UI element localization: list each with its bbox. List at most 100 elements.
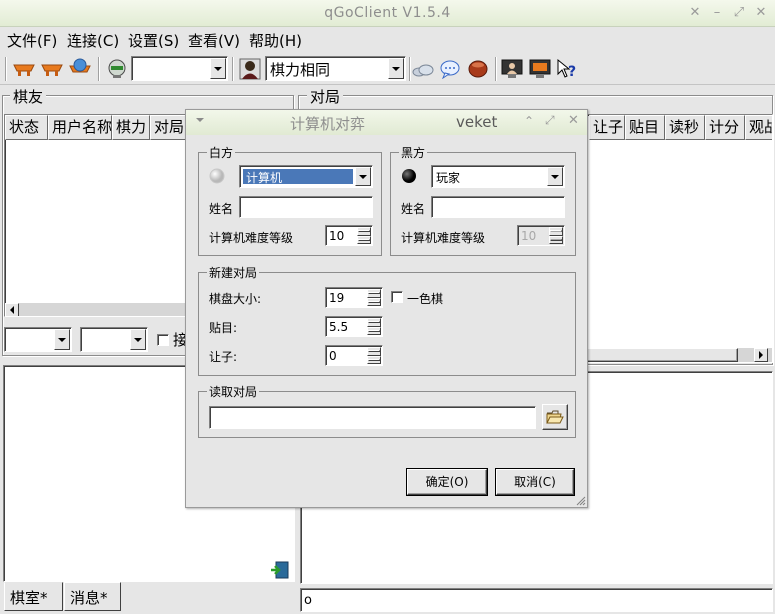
board-size-spinbox[interactable]: 19 bbox=[325, 287, 383, 308]
go-bowl-icon[interactable] bbox=[465, 57, 491, 81]
scroll-right-icon[interactable] bbox=[754, 348, 768, 362]
go-board-orange-icon-2[interactable] bbox=[39, 57, 65, 81]
rating-filter-combo[interactable]: 棋力相同 bbox=[265, 56, 406, 81]
dialog-user: veket bbox=[456, 113, 498, 131]
chevron-down-icon[interactable] bbox=[547, 167, 563, 186]
toolbar-separator bbox=[232, 57, 234, 81]
spin-up-icon[interactable] bbox=[367, 318, 381, 327]
toolbar: 棋力相同 ? bbox=[0, 53, 775, 85]
board-size-value: 19 bbox=[329, 291, 345, 305]
white-player-type-combo[interactable]: 计算机 bbox=[239, 165, 373, 188]
go-board-orange-icon[interactable] bbox=[11, 57, 37, 81]
komi-label: 贴目: bbox=[209, 321, 238, 335]
new-game-group-title: 新建对局 bbox=[207, 264, 260, 281]
observe-monitor-icon[interactable] bbox=[499, 57, 525, 81]
column-handicap[interactable]: 让子 bbox=[589, 115, 625, 140]
one-color-go-checkbox[interactable] bbox=[391, 291, 403, 303]
spin-down-icon[interactable] bbox=[367, 355, 381, 364]
spin-down-icon[interactable] bbox=[357, 235, 371, 244]
menu-settings[interactable]: 设置(S) bbox=[128, 30, 179, 51]
close-window-icon[interactable]: ✕ bbox=[753, 5, 769, 21]
main-title-bar: qGoClient V1.5.4 ✕ – ⤢ ✕ bbox=[0, 0, 775, 27]
menu-view[interactable]: 查看(V) bbox=[188, 30, 240, 51]
minimize-window-icon[interactable]: – bbox=[709, 5, 725, 21]
spin-down-icon[interactable] bbox=[367, 326, 381, 335]
white-player-type-value: 计算机 bbox=[246, 171, 283, 185]
ok-button[interactable]: 确定(O) bbox=[407, 469, 487, 495]
menu-help[interactable]: 帮助(H) bbox=[249, 30, 302, 51]
chevron-down-icon[interactable] bbox=[54, 329, 70, 350]
resize-grip-icon[interactable] bbox=[574, 494, 586, 506]
spin-up-icon bbox=[549, 227, 563, 236]
player-avatar-icon[interactable] bbox=[237, 57, 263, 81]
board-size-label: 棋盘大小: bbox=[209, 292, 262, 306]
black-group-title: 黑方 bbox=[399, 144, 428, 161]
go-board-globe-icon[interactable] bbox=[67, 57, 93, 81]
shade-window-icon[interactable]: ✕ bbox=[687, 5, 703, 21]
open-folder-button[interactable] bbox=[542, 404, 568, 430]
column-status[interactable]: 状态 bbox=[5, 115, 48, 140]
connect-server-icon[interactable] bbox=[104, 57, 130, 81]
column-byoyomi[interactable]: 读秒 bbox=[665, 115, 705, 140]
spin-up-icon[interactable] bbox=[367, 347, 381, 356]
whats-this-help-icon[interactable]: ? bbox=[553, 57, 579, 81]
menu-connect[interactable]: 连接(C) bbox=[67, 30, 119, 51]
window-title: qGoClient V1.5.4 bbox=[324, 5, 451, 21]
chevron-down-icon[interactable] bbox=[210, 58, 226, 79]
load-game-path-input[interactable] bbox=[209, 406, 536, 429]
white-stone-icon bbox=[209, 168, 225, 188]
chevron-down-icon[interactable] bbox=[130, 329, 146, 350]
white-name-label: 姓名 bbox=[209, 202, 234, 216]
players-group-title: 棋友 bbox=[10, 86, 47, 107]
players-filter-combo-2[interactable] bbox=[80, 327, 148, 352]
column-score[interactable]: 计分 bbox=[705, 115, 745, 140]
chat-input-value: o bbox=[304, 593, 312, 608]
spin-down-icon[interactable] bbox=[367, 297, 381, 306]
black-stone-icon bbox=[401, 168, 417, 188]
chat-input[interactable]: o bbox=[300, 588, 773, 612]
players-filter-checkbox[interactable] bbox=[157, 334, 169, 346]
menu-file[interactable]: 文件(F) bbox=[7, 30, 57, 51]
play-monitor-icon[interactable] bbox=[527, 57, 553, 81]
toolbar-grip bbox=[5, 57, 7, 81]
spin-up-icon[interactable] bbox=[357, 227, 371, 236]
column-observers[interactable]: 观战 bbox=[745, 115, 772, 140]
black-name-input[interactable] bbox=[431, 196, 565, 218]
chat-bubble-icon[interactable] bbox=[437, 57, 463, 81]
dialog-title-bar[interactable]: 计算机对弈 veket ⌃ ⤢ ✕ bbox=[186, 110, 587, 135]
black-player-group: 黑方 玩家 姓名 计算机难度等级 10 bbox=[390, 144, 576, 256]
handicap-spinbox[interactable]: 0 bbox=[325, 345, 383, 366]
black-level-label: 计算机难度等级 bbox=[401, 231, 486, 245]
exit-room-icon[interactable] bbox=[269, 560, 291, 580]
spin-up-icon[interactable] bbox=[367, 289, 381, 298]
black-level-spinbox: 10 bbox=[517, 225, 565, 246]
dialog-maximize-icon[interactable]: ⤢ bbox=[545, 113, 555, 128]
toolbar-separator bbox=[495, 57, 497, 81]
dialog-menu-icon[interactable] bbox=[196, 118, 204, 122]
menu-bar: 文件(F) 连接(C) 设置(S) 查看(V) 帮助(H) bbox=[0, 27, 775, 53]
white-name-input[interactable] bbox=[239, 196, 373, 218]
chevron-down-icon[interactable] bbox=[355, 167, 371, 186]
computer-play-dialog: 计算机对弈 veket ⌃ ⤢ ✕ 白方 计算机 姓名 计算机难度等级 10 黑… bbox=[185, 109, 588, 508]
dialog-shade-icon[interactable]: ⌃ bbox=[524, 114, 534, 128]
tab-messages[interactable]: 消息* bbox=[64, 582, 121, 611]
komi-spinbox[interactable]: 5.5 bbox=[325, 316, 383, 337]
white-level-label: 计算机难度等级 bbox=[209, 231, 294, 245]
new-game-group: 新建对局 棋盘大小: 19 一色棋 贴目: 5.5 让子: 0 bbox=[198, 264, 576, 376]
column-rank[interactable]: 棋力 bbox=[112, 115, 150, 140]
column-username[interactable]: 用户名称 bbox=[48, 115, 112, 140]
server-combo[interactable] bbox=[131, 56, 228, 81]
maximize-window-icon[interactable]: ⤢ bbox=[731, 5, 747, 21]
svg-text:?: ? bbox=[568, 64, 576, 80]
white-level-spinbox[interactable]: 10 bbox=[325, 225, 373, 246]
chevron-down-icon[interactable] bbox=[388, 58, 404, 79]
players-filter-combo-1[interactable] bbox=[4, 327, 72, 352]
cloud-icon[interactable] bbox=[410, 57, 436, 81]
toolbar-separator bbox=[98, 57, 100, 81]
black-player-type-combo[interactable]: 玩家 bbox=[431, 165, 565, 188]
tab-room[interactable]: 棋室* bbox=[4, 582, 63, 611]
column-komi[interactable]: 贴目 bbox=[625, 115, 665, 140]
cancel-button[interactable]: 取消(C) bbox=[496, 469, 574, 495]
dialog-close-icon[interactable]: ✕ bbox=[568, 113, 579, 128]
scroll-left-icon[interactable] bbox=[5, 303, 19, 316]
